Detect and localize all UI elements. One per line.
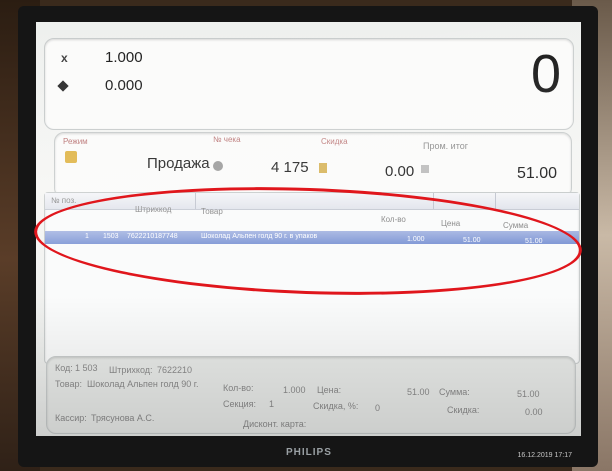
section-label: Секция: [223,399,256,409]
details-panel: Код: 1 503 Штрихкод: 7622210 Товар: Шоко… [46,356,576,434]
item-value: Шоколад Альпен голд 90 г. [87,379,199,389]
cashier-value: Трясунова А.С. [91,413,155,423]
section-value: 1 [269,399,275,409]
discount-amount-value: 0.00 [525,407,543,417]
mode-label: Режим [63,137,88,146]
datetime: 16.12.2019 17:17 [517,452,573,459]
discount-label: Скидка [321,137,348,146]
coin-icon [57,80,69,92]
code-value: 1 503 [75,363,98,373]
price-value: 51.00 [407,387,430,397]
discount-value: 0.00 [385,163,415,180]
code-label: Код: [55,363,73,373]
subtotal-icon [421,165,429,173]
brand-logo: PHILIPS [286,447,332,458]
amount-value: 0.000 [105,77,143,94]
cashier-label: Кассир: [55,413,87,423]
sum-value: 51.00 [517,389,540,399]
column-header: № поз. [51,196,77,205]
discount-percent-label: Скидка, %: [313,401,359,411]
big-total: 0 [530,44,561,104]
mode-value[interactable]: Продажа [147,155,210,172]
barcode-label: Штрихкод: [109,365,153,375]
sum-label: Сумма: [439,387,470,397]
discount-card-label: Дисконт. карта: [243,419,307,429]
barcode-value: 7622210 [157,365,193,375]
qty-label: Кол-во: [223,383,254,393]
discount-icon [319,163,327,173]
multiply-label: x [61,51,68,65]
subtotal-value: 51.00 [516,165,557,182]
qty-value: 1.000 [283,385,306,395]
column-divider [495,193,496,209]
receipt-number-label: № чека [213,135,241,144]
subtotal-label: Пром. итог [423,141,469,151]
discount-percent-value: 0 [375,403,381,413]
receipt-number: 4 175 [271,159,309,176]
receipt-icon [213,161,223,171]
quantity-value: 1.000 [105,49,143,66]
sale-icon [65,151,77,163]
discount-amount-label: Скидка: [447,405,480,415]
item-label: Товар: [55,379,82,389]
summary-panel: x 1.000 0.000 0 [44,38,574,130]
price-label: Цена: [317,385,342,395]
